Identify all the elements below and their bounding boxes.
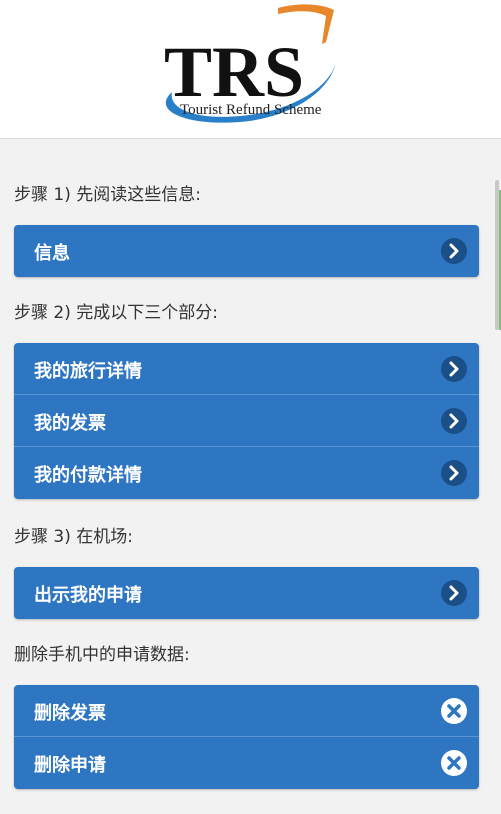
delete-invoices-button[interactable]: 删除发票 <box>14 685 479 737</box>
invoices-button[interactable]: 我的发票 <box>14 395 479 447</box>
chevron-right-icon <box>441 408 467 434</box>
trs-logo: TRS Tourist Refund Scheme <box>164 4 336 123</box>
step-3-buttons: 出示我的申请 <box>14 567 479 619</box>
step-1-label: 步骤 1) 先阅读这些信息: <box>14 185 201 205</box>
show-application-button[interactable]: 出示我的申请 <box>14 567 479 619</box>
step-1-buttons: 信息 <box>14 225 479 277</box>
logo-subtitle: Tourist Refund Scheme <box>180 102 322 118</box>
delete-invoices-label: 删除发票 <box>34 703 106 724</box>
chevron-right-icon <box>441 238 467 264</box>
chevron-right-icon <box>441 580 467 606</box>
delete-application-label: 删除申请 <box>34 755 106 776</box>
close-icon <box>441 750 467 776</box>
step-3-label: 步骤 3) 在机场: <box>14 527 133 547</box>
chevron-right-icon <box>441 356 467 382</box>
show-application-label: 出示我的申请 <box>34 585 142 606</box>
payment-details-label: 我的付款详情 <box>34 465 142 486</box>
travel-details-label: 我的旅行详情 <box>34 361 142 382</box>
app-header: TRS Tourist Refund Scheme <box>0 0 501 139</box>
delete-application-button[interactable]: 删除申请 <box>14 737 479 789</box>
chevron-right-icon <box>441 460 467 486</box>
invoices-label: 我的发票 <box>34 413 106 434</box>
logo-letters: TRS <box>164 32 304 112</box>
step-2-label: 步骤 2) 完成以下三个部分: <box>14 303 218 323</box>
info-button[interactable]: 信息 <box>14 225 479 277</box>
info-button-label: 信息 <box>34 243 70 264</box>
step-2-buttons: 我的旅行详情 我的发票 我的付款详情 <box>14 343 479 499</box>
close-icon <box>441 698 467 724</box>
travel-details-button[interactable]: 我的旅行详情 <box>14 343 479 395</box>
delete-data-label: 删除手机中的申请数据: <box>14 645 190 665</box>
payment-details-button[interactable]: 我的付款详情 <box>14 447 479 499</box>
delete-buttons: 删除发票 删除申请 <box>14 685 479 789</box>
